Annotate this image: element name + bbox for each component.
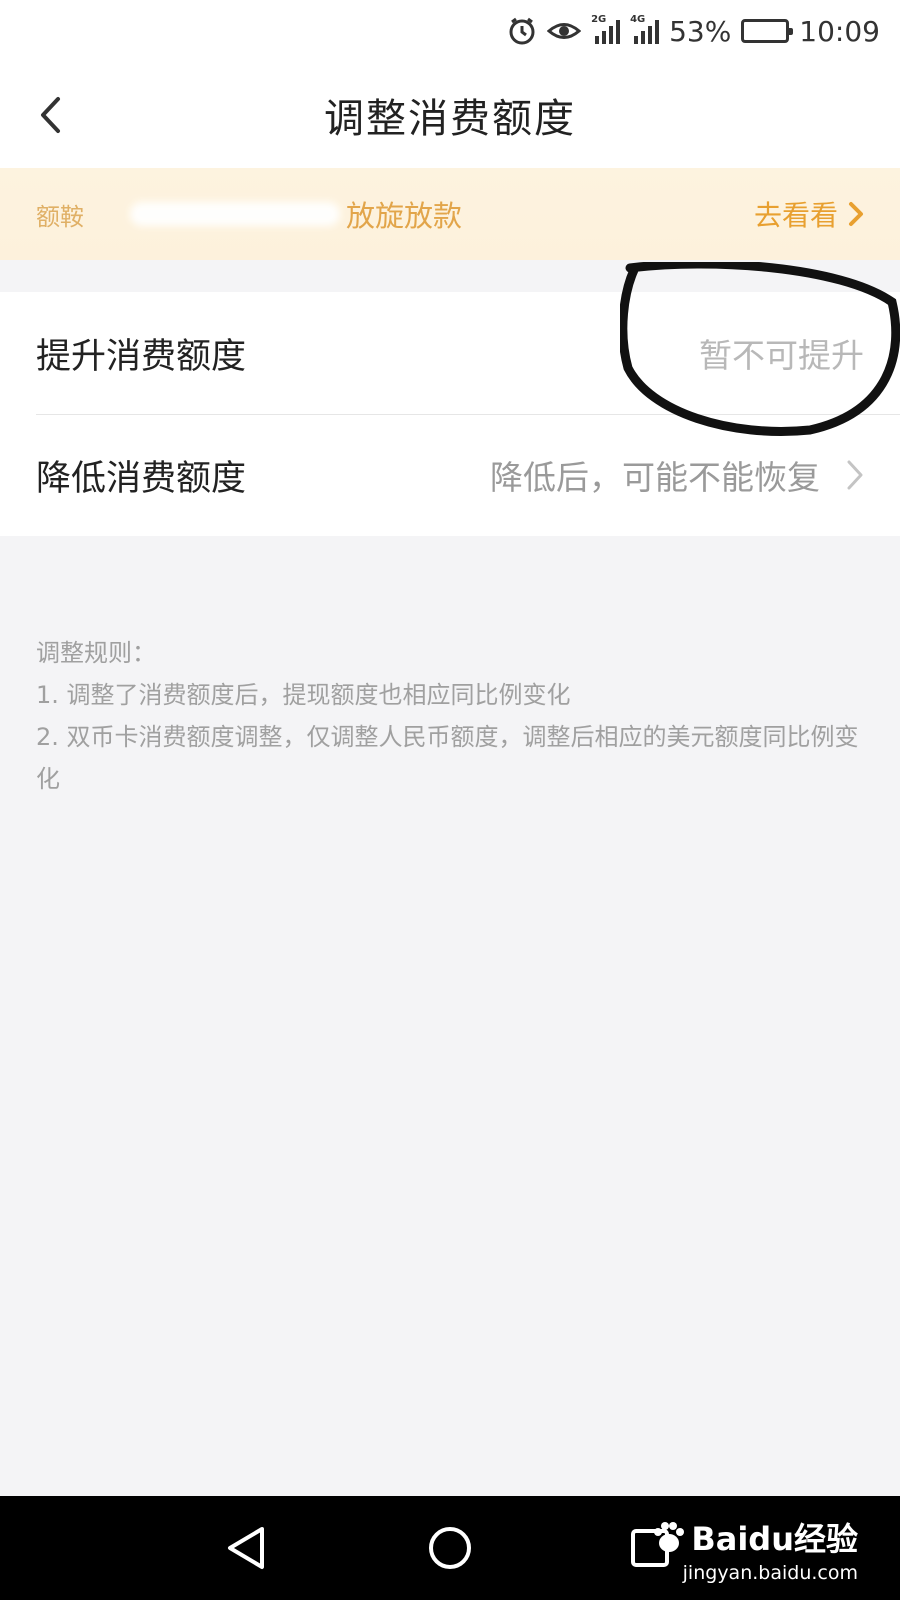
status-bar: 2G 4G 53% 10:09 xyxy=(0,0,900,62)
network-type-label: 2G xyxy=(591,14,607,25)
banner-left-label: 额鞍 xyxy=(36,202,84,231)
network-type-label: 4G xyxy=(630,14,646,25)
increase-limit-status: 暂不可提升 xyxy=(699,329,864,377)
rule-line: 2. 双币卡消费额度调整，仅调整人民币额度，调整后相应的美元额度同比例变化 xyxy=(36,723,859,793)
back-button[interactable] xyxy=(30,90,70,140)
paw-icon xyxy=(654,1522,685,1552)
banner-text: 放旋放款 xyxy=(346,199,463,233)
battery-icon xyxy=(741,19,794,43)
chevron-right-icon xyxy=(849,202,863,226)
decrease-limit-hint-text: 降低后，可能不能恢复 xyxy=(490,458,820,497)
decrease-limit-hint: 降低后，可能不能恢复 xyxy=(490,451,864,499)
eye-icon xyxy=(547,18,582,44)
increase-limit-label: 提升消费额度 xyxy=(36,336,247,377)
system-navigation-bar: Baidu经验 jingyan.baidu.com xyxy=(0,1496,900,1600)
decrease-limit-label: 降低消费额度 xyxy=(36,458,247,499)
battery-percent: 53% xyxy=(669,14,732,48)
chevron-right-icon xyxy=(847,460,863,490)
page-title: 调整消费额度 xyxy=(324,96,576,142)
baidu-watermark: Baidu经验 jingyan.baidu.com xyxy=(651,1514,858,1584)
rule-line: 1. 调整了消费额度后，提现额度也相应同比例变化 xyxy=(36,681,571,709)
banner-action[interactable]: 去看看 xyxy=(754,194,864,234)
decrease-limit-item[interactable]: 降低消费额度 降低后，可能不能恢复 xyxy=(0,414,900,536)
alarm-icon xyxy=(507,16,537,46)
watermark-brand: Baidu经验 xyxy=(691,1520,858,1558)
circle-home-icon xyxy=(429,1527,471,1569)
increase-limit-item[interactable]: 提升消费额度 暂不可提升 xyxy=(0,292,900,414)
watermark-url: jingyan.baidu.com xyxy=(682,1562,858,1584)
system-back-button[interactable] xyxy=(216,1518,276,1578)
rules-heading: 调整规则： xyxy=(36,639,156,667)
limit-options-list: 提升消费额度 暂不可提升 降低消费额度 降低后，可能不能恢复 xyxy=(0,292,900,536)
promo-banner[interactable]: 额鞍 放旋放款 去看看 xyxy=(0,168,900,260)
navigation-bar: 调整消费额度 xyxy=(0,62,900,168)
clock: 10:09 xyxy=(799,14,880,48)
signal-icon: 4G xyxy=(630,14,660,44)
triangle-back-icon xyxy=(228,1527,264,1569)
signal-icon: 2G xyxy=(591,14,621,44)
chevron-left-icon xyxy=(41,97,60,133)
increase-limit-status-text: 暂不可提升 xyxy=(699,336,864,375)
rules-section: 调整规则： 1. 调整了消费额度后，提现额度也相应同比例变化 2. 双币卡消费额… xyxy=(36,632,866,800)
banner-action-label: 去看看 xyxy=(753,199,838,232)
system-home-button[interactable] xyxy=(420,1518,480,1578)
redacted-text xyxy=(130,202,340,226)
